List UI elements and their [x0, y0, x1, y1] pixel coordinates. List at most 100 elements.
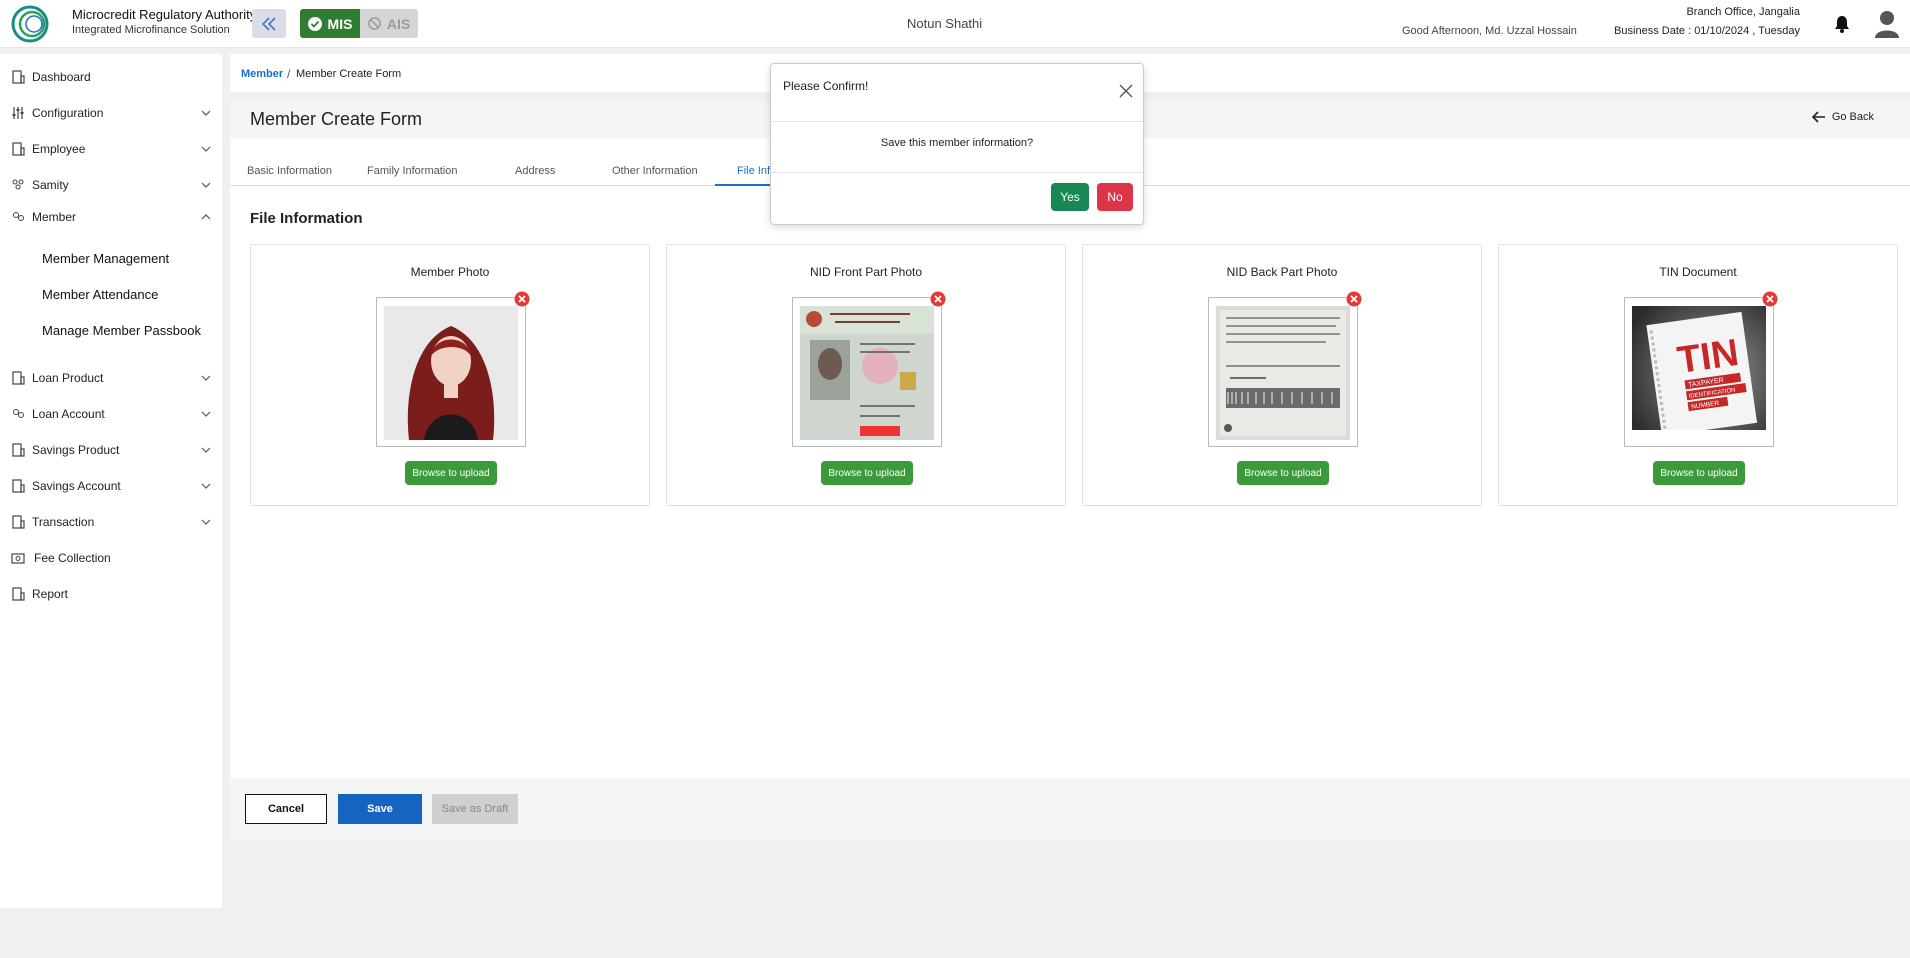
close-icon[interactable]	[1119, 84, 1133, 98]
sidebar: Dashboard Configuration Employee Samity …	[0, 54, 222, 908]
confirm-no-button[interactable]: No	[1097, 183, 1133, 211]
sidebar-subitem-member-management[interactable]: Member Management	[42, 251, 169, 266]
sidebar-item-loan-product[interactable]: Loan Product	[0, 363, 222, 393]
building-icon	[12, 515, 25, 529]
chevron-down-icon	[201, 519, 211, 525]
tab-basic-information[interactable]: Basic Information	[247, 165, 332, 177]
dialog-message: Save this member information?	[880, 137, 1034, 149]
member-photo-thumbnail	[376, 297, 526, 447]
nid-front-thumbnail	[792, 297, 942, 447]
nid-front-image	[800, 306, 934, 440]
business-date: Business Date : 01/10/2024 , Tuesday	[1614, 25, 1800, 37]
remove-file-icon[interactable]	[930, 291, 946, 307]
sidebar-item-employee[interactable]: Employee	[0, 134, 222, 164]
building-icon	[12, 479, 25, 493]
upload-card-nid-front: NID Front Part Photo Browse to upload	[666, 244, 1066, 506]
tab-address[interactable]: Address	[515, 165, 555, 177]
double-chevron-left-icon	[261, 16, 276, 31]
divider	[771, 172, 1143, 173]
remove-file-icon[interactable]	[1346, 291, 1362, 307]
save-button[interactable]: Save	[338, 794, 422, 824]
browse-upload-button[interactable]: Browse to upload	[821, 461, 913, 485]
tab-other-information[interactable]: Other Information	[612, 165, 698, 177]
mis-label: MIS	[327, 15, 353, 32]
sidebar-item-label: Transaction	[32, 515, 95, 529]
building-icon	[12, 70, 25, 84]
browse-upload-button[interactable]: Browse to upload	[1237, 461, 1329, 485]
go-back-button[interactable]: Go Back	[1811, 111, 1874, 123]
sidebar-subitem-manage-passbook[interactable]: Manage Member Passbook	[42, 323, 201, 338]
upload-card-tin-document: TIN Document TIN TAXPAYER IDENTIFICATION…	[1498, 244, 1898, 506]
sidebar-item-label: Employee	[32, 142, 86, 156]
sidebar-item-label: Loan Product	[32, 371, 104, 385]
ais-label: AIS	[386, 15, 411, 32]
chevron-down-icon	[201, 375, 211, 381]
nid-back-image	[1216, 306, 1350, 440]
save-as-draft-button[interactable]: Save as Draft	[432, 794, 518, 824]
tab-family-information[interactable]: Family Information	[367, 165, 457, 177]
tin-image: TIN TAXPAYER IDENTIFICATION NUMBER	[1632, 306, 1766, 440]
sidebar-collapse-button[interactable]	[252, 9, 286, 38]
sidebar-item-label: Savings Account	[32, 479, 121, 493]
sidebar-item-label: Dashboard	[32, 70, 91, 84]
users-icon	[13, 212, 24, 221]
check-circle-icon	[307, 16, 322, 31]
remove-file-icon[interactable]	[514, 291, 530, 307]
user-avatar-icon[interactable]	[1874, 10, 1900, 38]
bell-icon[interactable]	[1834, 15, 1850, 33]
chevron-down-icon	[201, 110, 211, 116]
form-content: Basic Information Family Information Add…	[230, 138, 1910, 778]
user-greeting: Good Afternoon, Md. Uzzal Hossain	[1402, 25, 1577, 37]
portrait-image	[384, 306, 518, 440]
breadcrumb-link-member[interactable]: Member	[241, 68, 283, 80]
sidebar-item-samity[interactable]: Samity	[0, 170, 222, 200]
building-icon	[12, 142, 25, 156]
mis-toggle-button[interactable]: MIS	[300, 9, 360, 38]
branch-name: Branch Office, Jangalia	[1686, 6, 1800, 18]
section-title: File Information	[250, 210, 363, 227]
tin-thumbnail: TIN TAXPAYER IDENTIFICATION NUMBER	[1624, 297, 1774, 447]
sidebar-item-savings-product[interactable]: Savings Product	[0, 435, 222, 465]
sidebar-item-transaction[interactable]: Transaction	[0, 507, 222, 537]
remove-file-icon[interactable]	[1762, 291, 1778, 307]
sidebar-item-label: Samity	[32, 178, 69, 192]
ais-toggle-button[interactable]: AIS	[360, 9, 418, 38]
cancel-button[interactable]: Cancel	[245, 794, 327, 824]
sidebar-item-label: Fee Collection	[34, 551, 111, 565]
chevron-down-icon	[201, 411, 211, 417]
page-title: Member Create Form	[250, 109, 423, 129]
card-title: TIN Document	[1659, 265, 1737, 279]
sidebar-item-fee-collection[interactable]: Fee Collection	[0, 543, 222, 573]
sidebar-item-report[interactable]: Report	[0, 579, 222, 609]
upload-card-nid-back: NID Back Part Photo Browse to upload	[1082, 244, 1482, 506]
building-icon	[12, 587, 25, 601]
divider	[771, 121, 1143, 122]
confirm-yes-button[interactable]: Yes	[1051, 183, 1089, 211]
sidebar-subitem-member-attendance[interactable]: Member Attendance	[42, 287, 158, 302]
org-name: Microcredit Regulatory Authority	[72, 7, 257, 22]
breadcrumb-current: Member Create Form	[296, 68, 402, 80]
building-icon	[12, 371, 25, 385]
chevron-up-icon	[201, 214, 211, 220]
breadcrumb-separator: /	[287, 67, 291, 81]
sidebar-item-label: Member	[32, 210, 77, 224]
sidebar-item-savings-account[interactable]: Savings Account	[0, 471, 222, 501]
top-header: Microcredit Regulatory Authority Integra…	[0, 0, 1910, 48]
chevron-down-icon	[201, 182, 211, 188]
sidebar-item-label: Configuration	[32, 106, 104, 120]
sidebar-item-loan-account[interactable]: Loan Account	[0, 399, 222, 429]
browse-upload-button[interactable]: Browse to upload	[1653, 461, 1745, 485]
group-icon	[12, 179, 24, 190]
org-subtitle: Integrated Microfinance Solution	[72, 24, 230, 36]
nid-back-thumbnail	[1208, 297, 1358, 447]
arrow-left-icon	[1811, 111, 1825, 123]
building-icon	[12, 443, 25, 457]
sidebar-item-configuration[interactable]: Configuration	[0, 98, 222, 128]
browse-upload-button[interactable]: Browse to upload	[405, 461, 497, 485]
upload-card-member-photo: Member Photo Browse to upload	[250, 244, 650, 506]
sidebar-item-member[interactable]: Member	[0, 202, 222, 232]
go-back-label: Go Back	[1831, 111, 1874, 123]
confirm-dialog: Please Confirm! Save this member informa…	[770, 63, 1144, 225]
users-icon	[13, 409, 24, 418]
sidebar-item-dashboard[interactable]: Dashboard	[0, 62, 222, 92]
